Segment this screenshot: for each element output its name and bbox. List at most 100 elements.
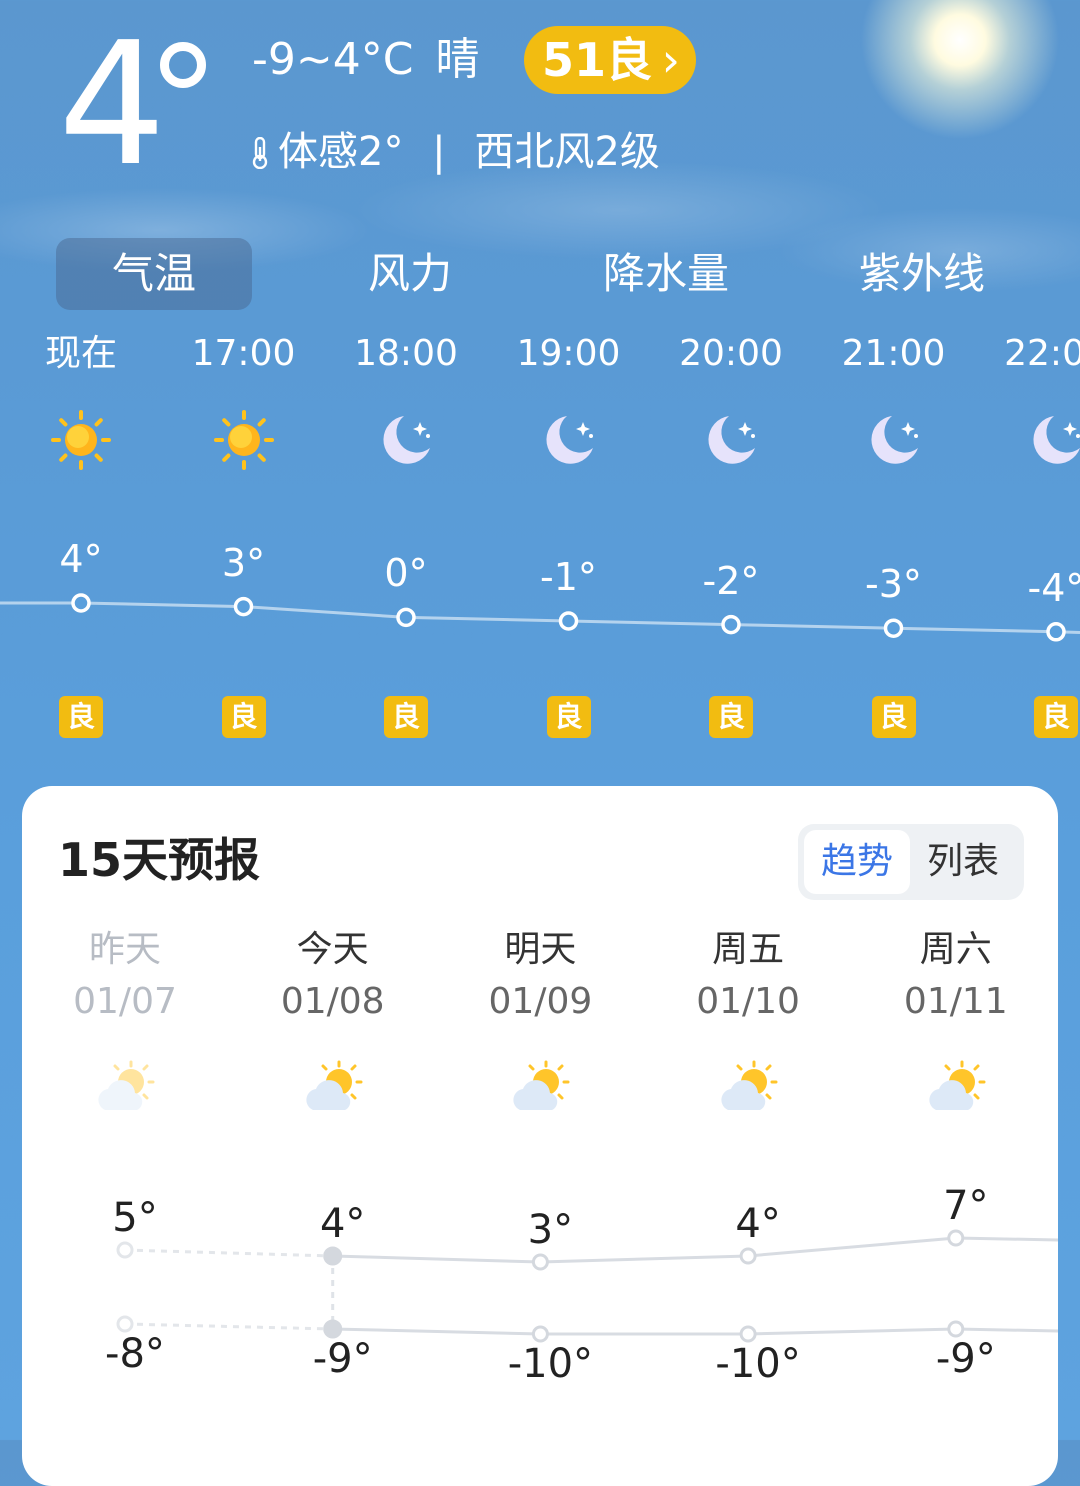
hourly-temp-point: [558, 611, 579, 631]
forecast-day[interactable]: 明天 01/09: [460, 926, 620, 1110]
hour-temp: -4°: [1027, 565, 1080, 610]
moon-icon: [699, 408, 763, 472]
degree-symbol: [160, 42, 206, 88]
hour-temp: -3°: [865, 562, 922, 607]
day-date: 01/07: [73, 981, 177, 1022]
high-temp-label: 4°: [735, 1201, 781, 1247]
high-temp-label: 3°: [527, 1207, 574, 1253]
aqi-badge: 良: [709, 696, 753, 738]
high-temp-point: [739, 1247, 757, 1265]
tab-uv[interactable]: 紫外线: [824, 238, 1020, 310]
low-temp-label: -8°: [105, 1331, 165, 1377]
low-temp-segment: [748, 1327, 956, 1336]
low-temp-label: -9°: [312, 1336, 373, 1382]
low-temp-point: [116, 1315, 134, 1333]
sun-icon: [212, 408, 276, 472]
day-date: 01/11: [903, 981, 1008, 1022]
tab-temperature[interactable]: 气温: [56, 238, 252, 310]
sun-glow-decoration: [860, 0, 1060, 140]
hour-time: 现在: [44, 333, 117, 374]
forecast-day[interactable]: 周六 01/11: [876, 926, 1036, 1110]
temperature-range: -9~4°C: [252, 34, 414, 85]
feels-like-line: 体感2° | 西北风2级: [252, 124, 660, 180]
forecast-day[interactable]: 今天 01/08: [253, 926, 413, 1110]
tab-label: 风力: [367, 249, 452, 298]
low-temp-segment: [124, 1322, 333, 1331]
forecast-day[interactable]: 周五 01/10: [668, 926, 828, 1110]
thermometer-icon: [252, 137, 268, 169]
hour-time: 18:00: [354, 333, 458, 374]
forecast-day[interactable]: 昨天 01/07: [45, 926, 205, 1110]
hourly-temp-point: [883, 618, 904, 638]
hour-time: 17:00: [191, 333, 296, 374]
hour-temp: 0°: [384, 551, 428, 596]
hourly-temp-point: [71, 593, 91, 613]
low-temp-label: -10°: [507, 1341, 594, 1387]
high-temp-point: [531, 1253, 549, 1271]
day-date: 01/08: [280, 981, 385, 1022]
aqi-badge-button[interactable]: 51良 ›: [524, 26, 696, 94]
low-temp-point: [739, 1325, 757, 1343]
tab-wind[interactable]: 风力: [312, 238, 508, 310]
hour-time: 22:00: [1004, 333, 1080, 374]
high-temp-segment: [332, 1254, 541, 1264]
tab-label: 降水量: [602, 249, 729, 298]
hourly-temp-path: [0, 601, 1080, 635]
aqi-badge: 良: [1034, 696, 1078, 738]
high-temp-label: 5°: [112, 1195, 158, 1241]
high-temp-segment: [540, 1254, 749, 1264]
hourly-temp-line: [0, 593, 1080, 642]
low-temp-segment: [955, 1327, 1058, 1333]
day-name: 周六: [919, 929, 992, 970]
partly-cloudy-icon: [506, 1058, 576, 1118]
hourly-temp-point: [1046, 622, 1066, 642]
partly-cloudy-icon: [91, 1058, 161, 1118]
day-name: 周五: [712, 929, 785, 970]
low-temp-label: -10°: [715, 1341, 801, 1387]
day-name: 明天: [504, 929, 577, 970]
aqi-badge: 良: [221, 696, 266, 738]
tab-precipitation[interactable]: 降水量: [568, 238, 764, 310]
high-temp-label: 4°: [319, 1201, 366, 1247]
moon-icon: [1024, 408, 1080, 472]
chevron-right-icon: ›: [661, 33, 680, 87]
high-temp-segment: [124, 1248, 333, 1258]
metric-tabs: 气温 风力 降水量 紫外线: [56, 238, 1056, 310]
day-name: 昨天: [88, 929, 161, 970]
day-name: 今天: [296, 929, 369, 970]
sun-icon: [49, 408, 113, 472]
aqi-badge: 良: [59, 696, 103, 738]
wind-info: 西北风2级: [474, 129, 660, 175]
weather-condition: 晴: [435, 34, 480, 85]
hourly-temp-point: [233, 596, 254, 617]
low-temp-point: [947, 1320, 965, 1338]
tab-label: 紫外线: [858, 249, 985, 298]
day-date: 01/10: [696, 981, 800, 1022]
feels-like: 体感2°: [278, 129, 404, 175]
aqi-badge: 良: [384, 696, 428, 738]
hour-temp: -1°: [540, 555, 597, 599]
aqi-badge: 良: [871, 696, 916, 738]
current-temperature: 4: [58, 6, 166, 204]
low-temp-point: [531, 1325, 549, 1343]
hour-temp: -2°: [702, 558, 760, 603]
high-temp-point: [947, 1229, 965, 1247]
separator: |: [432, 129, 446, 175]
partly-cloudy-icon: [714, 1058, 784, 1118]
hourly-forecast[interactable]: 现在 4° 良 17:00 3° 良 18:00 0° 良 19:00 -1° 良 20:00 -2° 良 2…: [0, 320, 1080, 760]
hour-temp: 4°: [59, 537, 103, 581]
tab-label: 气温: [111, 249, 196, 298]
high-temp-label: 7°: [943, 1183, 989, 1229]
low-temp-point: [323, 1319, 343, 1339]
temperature-range-line: -9~4°C 晴: [252, 30, 479, 90]
moon-icon: [537, 408, 601, 472]
hourly-temp-point: [721, 614, 741, 635]
low-temp-segment: [332, 1327, 541, 1336]
hour-time: 19:00: [516, 333, 621, 374]
aqi-badge: 良: [546, 696, 591, 738]
hour-time: 21:00: [841, 333, 946, 374]
moon-icon: [374, 408, 438, 472]
day-date: 01/09: [488, 981, 593, 1022]
high-temp-point: [323, 1246, 343, 1266]
aqi-label: 51良: [542, 33, 653, 87]
